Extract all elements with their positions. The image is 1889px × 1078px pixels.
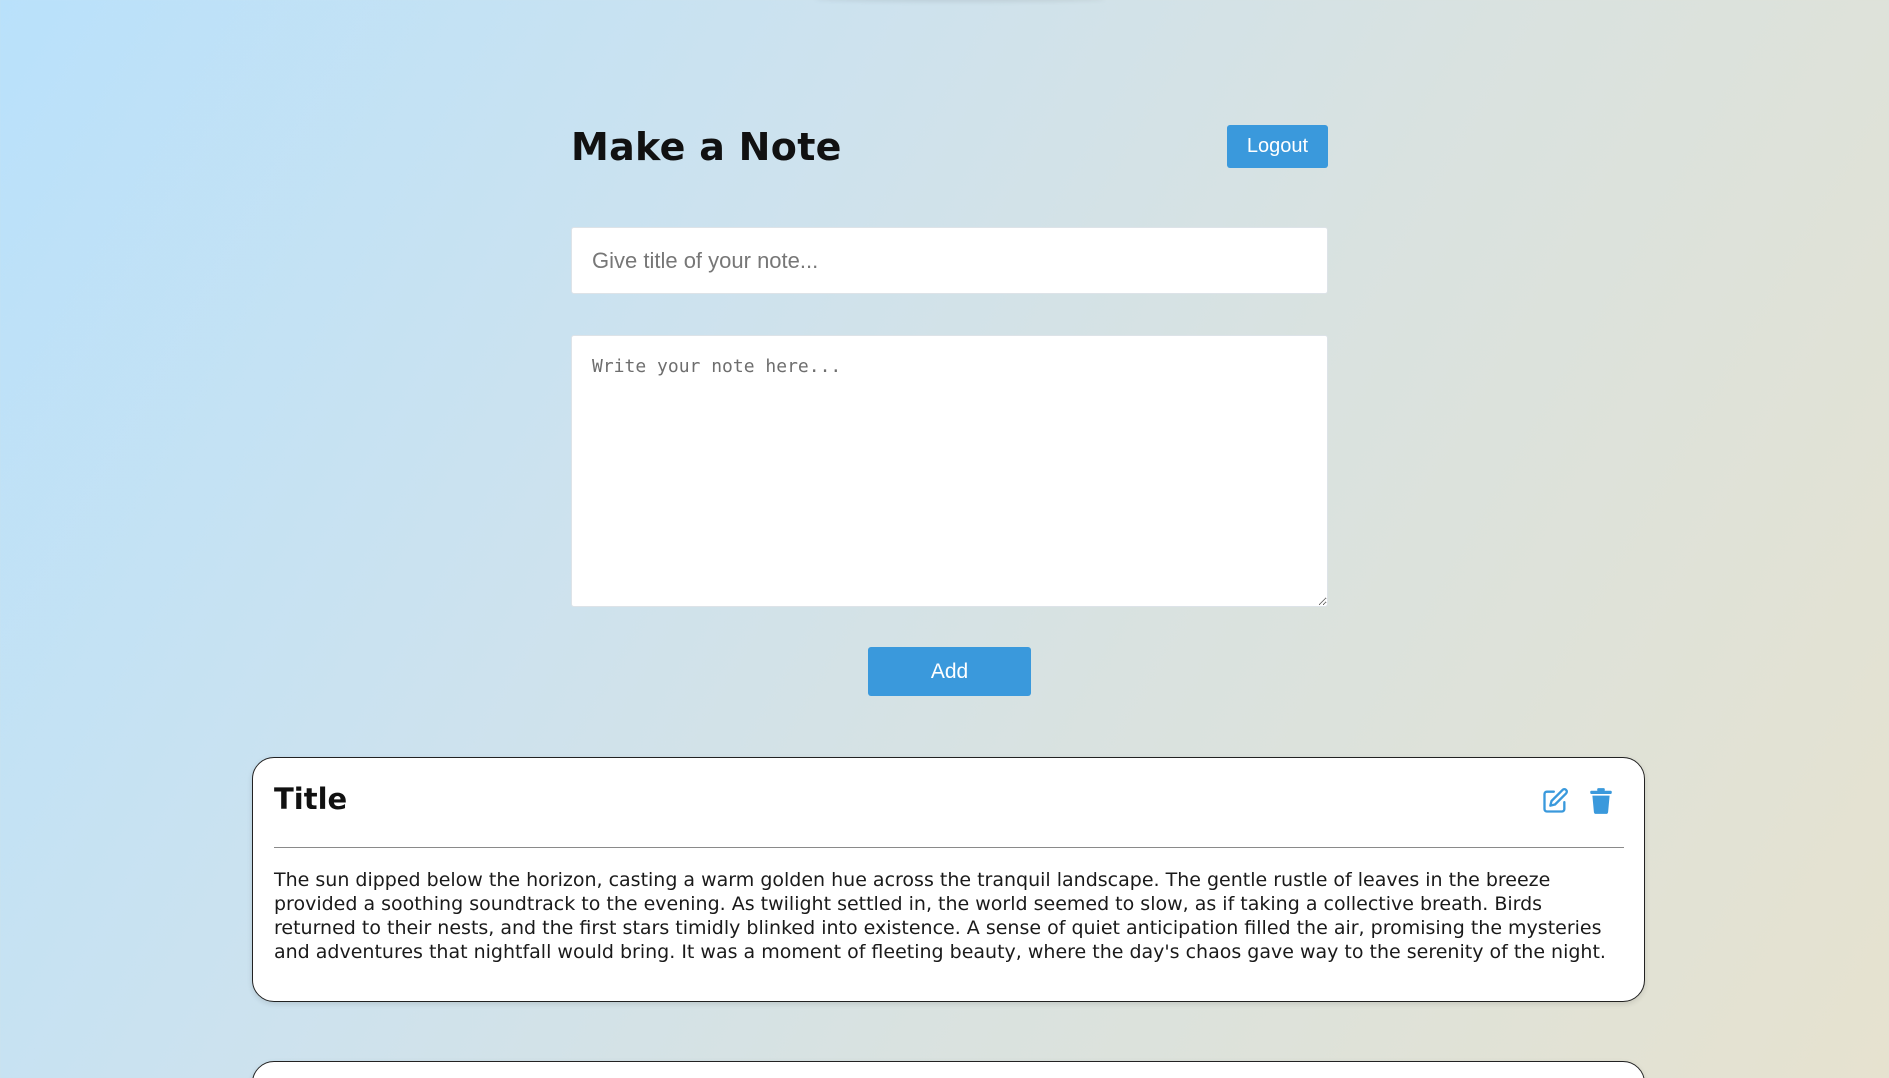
logout-button[interactable]: Logout <box>1227 125 1328 168</box>
note-actions <box>1540 786 1616 816</box>
note-card <box>252 1061 1645 1078</box>
edit-icon[interactable] <box>1540 786 1570 816</box>
add-note-button[interactable]: Add <box>868 647 1031 696</box>
top-decoration <box>815 0 1105 2</box>
header: Make a Note Logout <box>571 120 1328 180</box>
note-title: Title <box>274 782 348 816</box>
note-body-textarea[interactable] <box>571 335 1328 607</box>
trash-icon[interactable] <box>1586 786 1616 816</box>
note-divider <box>274 847 1624 848</box>
note-card: Title The sun dipped below the horizon, … <box>252 757 1645 1002</box>
page-title: Make a Note <box>571 125 842 169</box>
note-title-input[interactable] <box>571 227 1328 294</box>
note-body: The sun dipped below the horizon, castin… <box>274 869 1606 963</box>
